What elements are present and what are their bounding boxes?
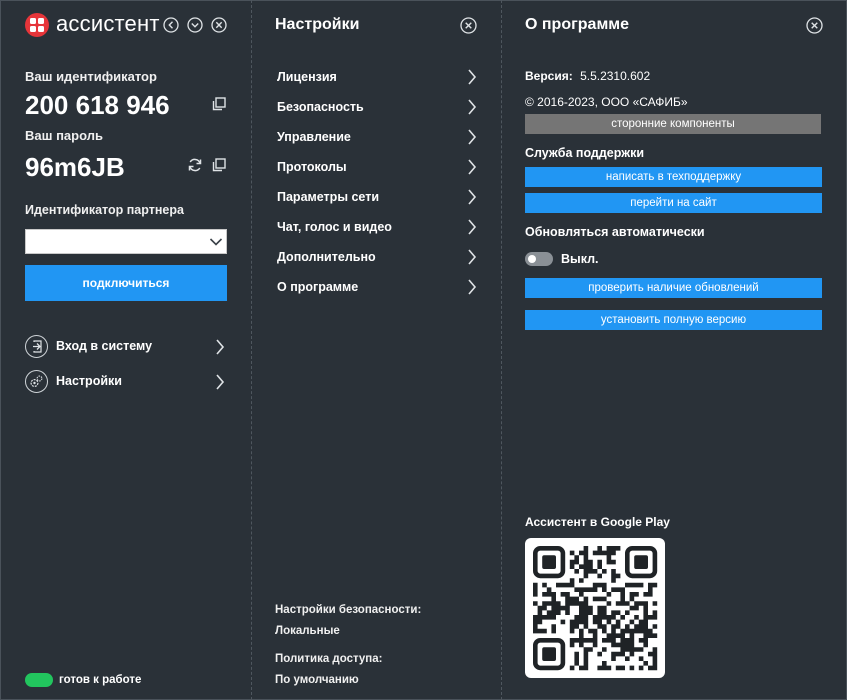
status-text: готов к работе (59, 674, 141, 686)
close-settings-icon[interactable] (460, 17, 477, 34)
google-play-qr-code[interactable] (525, 538, 665, 678)
install-full-version-button[interactable]: установить полную версию (525, 310, 822, 330)
settings-menu-label: Управление (277, 130, 351, 144)
chevron-right-icon (467, 128, 477, 146)
check-updates-button[interactable]: проверить наличие обновлений (525, 278, 822, 298)
about-panel: О программе Версия: 5.5.2310.602 © 2016-… (502, 0, 847, 700)
close-app-icon[interactable] (211, 17, 227, 33)
security-settings-label: Настройки безопасности: (275, 604, 421, 616)
settings-menu-item[interactable]: Управление (277, 127, 477, 147)
google-play-label: Ассистент в Google Play (525, 515, 670, 529)
copyright-text: © 2016-2023, ООО «САФИБ» (525, 95, 688, 109)
settings-menu-label: Параметры сети (277, 190, 379, 204)
access-policy-value: По умолчанию (275, 674, 359, 686)
copy-id-icon[interactable] (211, 96, 227, 112)
version-line: Версия: 5.5.2310.602 (525, 69, 650, 83)
write-support-button[interactable]: написать в техподдержку (525, 167, 822, 187)
open-website-button[interactable]: перейти на сайт (525, 193, 822, 213)
settings-menu-label: Лицензия (277, 70, 337, 84)
settings-menu-item[interactable]: Протоколы (277, 157, 477, 177)
third-party-components-button[interactable]: сторонние компоненты (525, 114, 821, 134)
version-label: Версия: (525, 69, 573, 83)
id-label: Ваш идентификатор (25, 69, 157, 84)
close-about-icon[interactable] (806, 17, 823, 34)
chevron-right-icon (467, 248, 477, 266)
settings-menu-label: Чат, голос и видео (277, 220, 392, 234)
chevron-right-icon (215, 338, 225, 356)
password-label: Ваш пароль (25, 128, 103, 143)
about-title: О программе (525, 16, 629, 34)
password-value: 96m6JB (25, 152, 125, 183)
chevron-right-icon (467, 98, 477, 116)
settings-menu-label: О программе (277, 280, 358, 294)
partner-label: Идентификатор партнера (25, 203, 184, 217)
access-policy-label: Политика доступа: (275, 653, 382, 665)
refresh-password-icon[interactable] (187, 157, 203, 173)
auto-update-title: Обновляться автоматически (525, 225, 705, 239)
auto-update-toggle[interactable] (525, 252, 553, 266)
assistant-logo-icon (25, 13, 49, 37)
settings-menu-item[interactable]: Дополнительно (277, 247, 477, 267)
login-icon (25, 335, 48, 358)
sidebar-item-login[interactable]: Вход в систему (25, 335, 227, 359)
settings-menu-label: Безопасность (277, 100, 364, 114)
settings-menu-item[interactable]: Безопасность (277, 97, 477, 117)
sidebar-item-settings[interactable]: Настройки (25, 370, 227, 394)
auto-update-state: Выкл. (561, 252, 599, 266)
sidebar-item-label: Вход в систему (56, 339, 152, 353)
settings-menu-label: Протоколы (277, 160, 347, 174)
chevron-right-icon (467, 68, 477, 86)
sidebar-item-label: Настройки (56, 374, 122, 388)
chevron-right-icon (467, 278, 477, 296)
connect-button[interactable]: подключиться (25, 265, 227, 301)
chevron-right-icon (467, 158, 477, 176)
main-panel: ассистент Ваш идентификатор 200 618 946 … (0, 0, 251, 700)
app-brand: ассистент (56, 11, 160, 37)
chevron-right-icon (467, 188, 477, 206)
gears-icon (25, 370, 48, 393)
version-value: 5.5.2310.602 (580, 69, 650, 83)
settings-menu-item[interactable]: Параметры сети (277, 187, 477, 207)
status-indicator (25, 673, 53, 687)
support-title: Служба поддержки (525, 146, 644, 160)
settings-panel: Настройки Лицензия Безопасность Управление… (252, 0, 501, 700)
settings-menu-label: Дополнительно (277, 250, 376, 264)
security-settings-value: Локальные (275, 625, 340, 637)
id-value: 200 618 946 (25, 90, 170, 121)
partner-id-input[interactable] (25, 229, 227, 254)
qr-code-icon (525, 538, 665, 678)
chevron-right-icon (215, 373, 225, 391)
settings-title: Настройки (275, 16, 359, 34)
settings-menu-item[interactable]: Лицензия (277, 67, 477, 87)
chevron-right-icon (467, 218, 477, 236)
back-icon[interactable] (163, 17, 179, 33)
settings-menu-item[interactable]: Чат, голос и видео (277, 217, 477, 237)
chevron-down-icon[interactable] (209, 237, 223, 247)
minimize-icon[interactable] (187, 17, 203, 33)
settings-menu-item[interactable]: О программе (277, 277, 477, 297)
copy-password-icon[interactable] (211, 157, 227, 173)
